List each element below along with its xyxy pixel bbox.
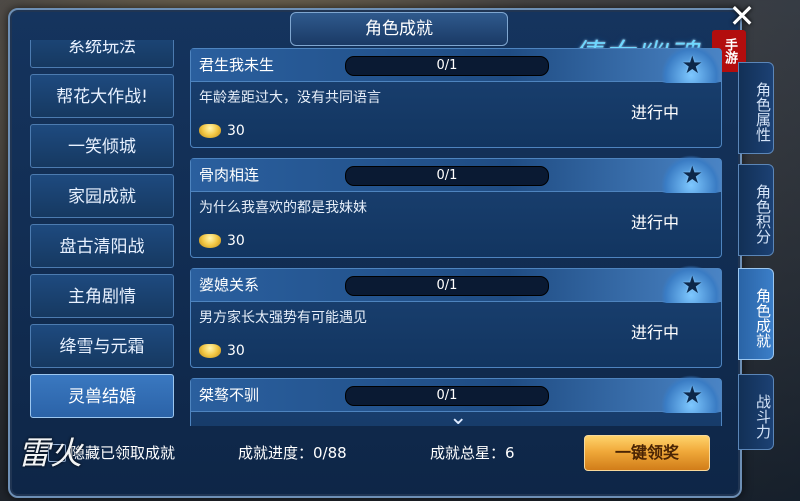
category-item[interactable]: 一笑倾城 — [30, 124, 174, 168]
achievement-desc: 男方家长太强势有可能遇见 — [199, 310, 367, 326]
category-item[interactable]: 系统玩法 — [30, 40, 174, 68]
reward-amount: 30 — [227, 233, 245, 249]
window-title: 角色成就 — [290, 12, 508, 46]
tab-character-achievements[interactable]: 角色成就 — [738, 268, 774, 360]
reward: 30 — [199, 123, 245, 139]
category-item[interactable]: 绛雪与元霜 — [30, 324, 174, 368]
achievement-desc: 为什么我喜欢的都是我妹妹 — [199, 200, 367, 216]
achievement-card: 婆媳关系 0/1 ★ 男方家长太强势有可能遇见 30 进行中 — [190, 265, 722, 368]
status-label: 进行中 — [631, 103, 680, 122]
achievement-card: 君生我未生 0/1 ★ 年龄差距过大，没有共同语言 30 进行中 — [190, 46, 722, 148]
card-header: 婆媳关系 0/1 ★ — [191, 265, 721, 303]
tab-character-points[interactable]: 角色积分 — [738, 164, 774, 256]
reward: 30 — [199, 233, 245, 249]
reward-amount: 30 — [227, 123, 245, 139]
achievement-name: 桀骜不驯 — [199, 386, 260, 404]
achievement-name: 骨肉相连 — [199, 166, 260, 184]
achievement-desc: 年龄差距过大，没有共同语言 — [199, 90, 381, 106]
achievement-name: 婆媳关系 — [199, 276, 260, 294]
category-item[interactable]: 盘古清阳战 — [30, 224, 174, 268]
claim-all-button[interactable]: 一键领奖 — [584, 435, 710, 471]
close-icon[interactable]: ✕ — [726, 0, 758, 32]
reward-amount: 30 — [227, 343, 245, 359]
star-icon: ★ — [681, 271, 703, 299]
status-label: 进行中 — [631, 213, 680, 232]
footer-bar: 隐藏已领取成就 成就进度：0/88 成就总星：6 一键领奖 — [22, 432, 728, 476]
status-label: 进行中 — [631, 323, 680, 342]
gold-ingot-icon — [199, 124, 221, 138]
category-item[interactable]: 主角剧情 — [30, 274, 174, 318]
category-item[interactable]: 帮花大作战! — [30, 74, 174, 118]
category-item[interactable]: 家园成就 — [30, 174, 174, 218]
watermark-logo: 雷火 — [18, 434, 83, 472]
gold-ingot-icon — [199, 344, 221, 358]
star-icon: ★ — [681, 51, 703, 79]
star-icon: ★ — [681, 381, 703, 409]
tab-character-attributes[interactable]: 角色属性 — [738, 62, 774, 154]
category-item-selected[interactable]: 灵兽结婚 — [30, 374, 174, 418]
card-header: 君生我未生 0/1 ★ — [191, 46, 721, 83]
reward: 30 — [199, 343, 245, 359]
hide-claimed-label[interactable]: 隐藏已领取成就 — [70, 442, 175, 463]
tab-combat-power[interactable]: 战斗力 — [738, 374, 774, 450]
side-tabs: 角色属性 角色积分 角色成就 战斗力 — [738, 62, 782, 462]
star-icon: ★ — [681, 161, 703, 189]
progress-bar: 0/1 — [345, 56, 549, 76]
achievement-list[interactable]: 君生我未生 0/1 ★ 年龄差距过大，没有共同语言 30 进行中 骨肉相连 0/… — [190, 46, 724, 426]
achievement-progress: 成就进度：0/88 — [238, 444, 347, 462]
category-list: 系统玩法 帮花大作战! 一笑倾城 家园成就 盘古清阳战 主角剧情 绛雪与元霜 灵… — [22, 40, 178, 426]
gold-ingot-icon — [199, 234, 221, 248]
achievement-name: 君生我未生 — [199, 56, 275, 74]
achievement-stars: 成就总星：6 — [430, 444, 515, 462]
card-header: 骨肉相连 0/1 ★ — [191, 155, 721, 193]
chevron-down-icon[interactable]: ⌄ — [449, 405, 467, 430]
progress-bar: 0/1 — [345, 386, 549, 406]
progress-bar: 0/1 — [345, 276, 549, 296]
achievement-card: 骨肉相连 0/1 ★ 为什么我喜欢的都是我妹妹 30 进行中 — [190, 155, 722, 258]
progress-bar: 0/1 — [345, 166, 549, 186]
